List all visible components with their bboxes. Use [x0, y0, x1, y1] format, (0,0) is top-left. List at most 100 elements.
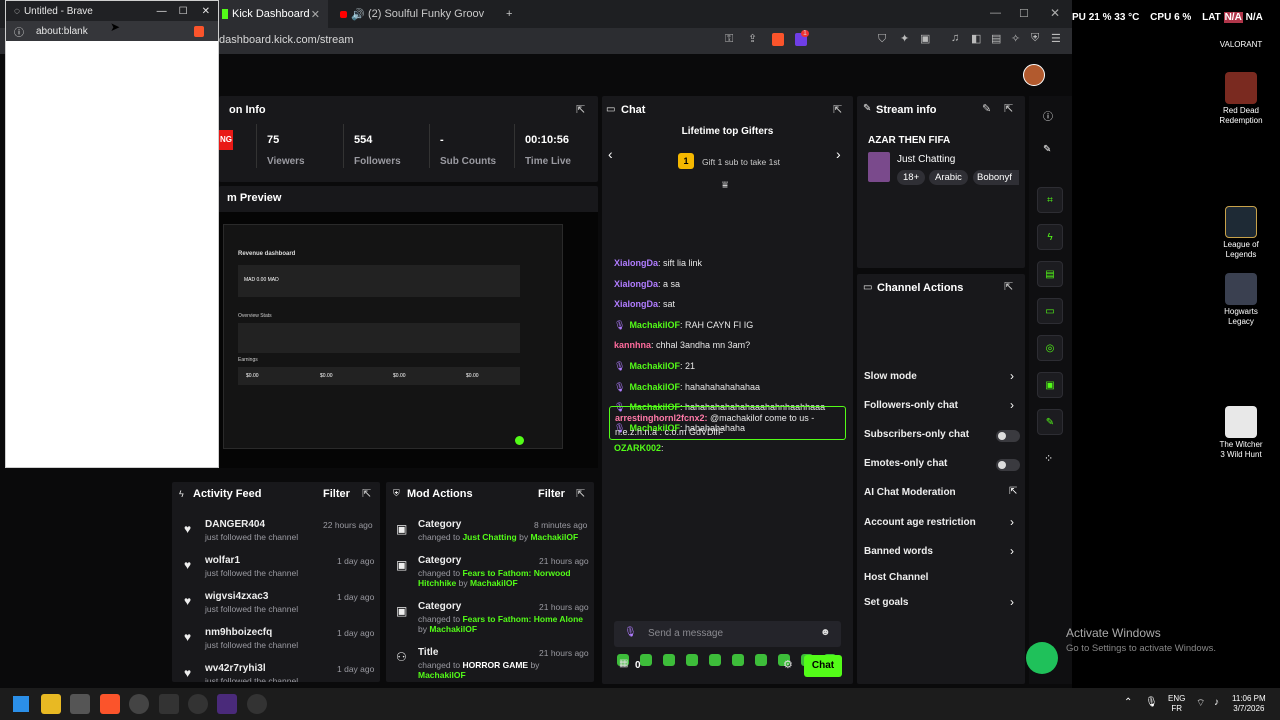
emoji-icon[interactable]: ☻: [820, 627, 831, 638]
menu-icon[interactable]: ☰: [1051, 32, 1061, 45]
video-player[interactable]: Revenue dashboard MAD 0.00 MAD Overview …: [219, 212, 598, 468]
chat-username[interactable]: XialongDa: [614, 258, 658, 268]
channel-action-ai-chat-moderation[interactable]: AI Chat Moderation: [864, 487, 956, 498]
media-icon[interactable]: ▣: [1037, 372, 1063, 398]
edit-icon[interactable]: ✎: [982, 102, 991, 115]
document-icon[interactable]: ▤: [1037, 261, 1063, 287]
info-icon[interactable]: ⓘ: [14, 24, 24, 39]
language-indicator[interactable]: ENG FR: [1168, 694, 1185, 714]
desktop-icon-witcher[interactable]: The Witcher 3 Wild Hunt: [1219, 406, 1263, 460]
store-icon[interactable]: [70, 694, 90, 714]
maximize-icon[interactable]: ☐: [1019, 7, 1029, 20]
screenshot-icon[interactable]: ▣: [920, 32, 930, 45]
new-tab-button[interactable]: +: [498, 0, 518, 28]
filter-button[interactable]: Filter: [538, 488, 565, 500]
clock[interactable]: 11:06 PM 3/7/2026: [1232, 694, 1266, 714]
channel-action-host-channel[interactable]: Host Channel: [864, 572, 928, 583]
channel-action-set-goals[interactable]: Set goals: [864, 597, 908, 608]
volume-icon[interactable]: ♪: [1214, 697, 1219, 708]
chat-username[interactable]: MachakilOF: [629, 382, 680, 392]
close-window-icon[interactable]: ✕: [202, 6, 210, 17]
maximize-icon[interactable]: ☐: [179, 6, 188, 17]
channel-action-followers-only-chat[interactable]: Followers-only chat: [864, 400, 958, 411]
emote-icon[interactable]: [709, 654, 721, 666]
emote-icon[interactable]: [640, 654, 652, 666]
emote-icon[interactable]: [732, 654, 744, 666]
chat-username[interactable]: MachakilOF: [629, 361, 680, 371]
brave-shield-icon[interactable]: [772, 33, 784, 46]
activity-username[interactable]: wv42r7ryhi3l: [205, 663, 266, 674]
broadcast-icon[interactable]: ◎: [1037, 335, 1063, 361]
apps-icon[interactable]: ⁘: [1044, 452, 1053, 465]
windows-start-icon[interactable]: [13, 696, 29, 712]
close-window-icon[interactable]: ✕: [1050, 6, 1060, 20]
minimize-icon[interactable]: —: [157, 6, 167, 17]
mod-username[interactable]: MachakilOF: [470, 578, 518, 588]
url-field[interactable]: dashboard.kick.com/stream: [219, 34, 354, 46]
channel-action-slow-mode[interactable]: Slow mode: [864, 371, 917, 382]
chat-username[interactable]: XialongDa: [614, 279, 658, 289]
channel-action-emotes-only-chat[interactable]: Emotes-only chat: [864, 458, 947, 469]
chat-input-box[interactable]: 🎙 Send a message ☻: [614, 621, 841, 647]
toggle-switch[interactable]: [996, 459, 1020, 471]
steam-icon[interactable]: [129, 694, 149, 714]
emote-icon[interactable]: [686, 654, 698, 666]
share-icon[interactable]: ⇪: [748, 32, 757, 45]
activity-username[interactable]: DANGER404: [205, 519, 265, 530]
chevron-left-icon[interactable]: ‹: [608, 146, 613, 162]
avatar[interactable]: [1023, 64, 1045, 86]
toggle-switch[interactable]: [996, 430, 1020, 442]
filter-button[interactable]: Filter: [323, 488, 350, 500]
chevron-up-icon[interactable]: ⌃: [1124, 697, 1132, 708]
brave-shield-icon[interactable]: [194, 25, 204, 37]
wallet-icon[interactable]: ▤: [991, 32, 1001, 45]
mod-username[interactable]: MachakilOF: [418, 670, 466, 680]
tab-kick-dashboard[interactable]: Kick Dashboard ✕: [214, 0, 328, 28]
extensions-icon[interactable]: ✦: [900, 32, 909, 45]
chat-username[interactable]: MachakilOF: [629, 320, 680, 330]
popout-icon[interactable]: ⇱: [1004, 102, 1013, 115]
activity-username[interactable]: wigvsi4zxac3: [205, 591, 268, 602]
chevron-right-icon[interactable]: ›: [1010, 515, 1014, 529]
chat-username[interactable]: XialongDa: [614, 299, 658, 309]
epic-icon[interactable]: [159, 694, 179, 714]
channel-action-account-age-restriction[interactable]: Account age restriction: [864, 517, 976, 528]
emote-icon[interactable]: [663, 654, 675, 666]
external-link-icon[interactable]: ⇱: [1009, 486, 1017, 497]
message-icon[interactable]: ▭: [1037, 298, 1063, 324]
store-icon[interactable]: ▦: [619, 658, 628, 669]
sidebar-icon[interactable]: ◧: [971, 32, 981, 45]
mic-icon[interactable]: 🎙: [1145, 697, 1158, 708]
key-icon[interactable]: ⚿: [725, 33, 733, 46]
music-icon[interactable]: ♫: [951, 32, 959, 44]
minimize-icon[interactable]: —: [990, 7, 1001, 19]
brave-icon[interactable]: [100, 694, 120, 714]
popout-icon[interactable]: ⇱: [576, 103, 585, 116]
desktop-icon-lol[interactable]: League of Legends: [1219, 206, 1263, 260]
chevron-right-icon[interactable]: ›: [1010, 369, 1014, 383]
chat-username[interactable]: kannhna: [614, 340, 651, 350]
pin-icon[interactable]: ⩸: [722, 180, 728, 191]
popout-icon[interactable]: ⇱: [833, 103, 842, 116]
chevron-right-icon[interactable]: ›: [1010, 595, 1014, 609]
desktop-icon-valorant[interactable]: VALORANT: [1219, 40, 1263, 50]
chevron-right-icon[interactable]: ›: [836, 146, 841, 162]
mod-username[interactable]: MachakilOF: [530, 532, 578, 542]
layout-icon[interactable]: ⌗: [1037, 187, 1063, 213]
gear-icon[interactable]: ⚙: [783, 658, 793, 671]
chevron-right-icon[interactable]: ›: [1010, 544, 1014, 558]
chat-username[interactable]: OZARK002: [614, 443, 661, 453]
app-icon[interactable]: [247, 694, 267, 714]
desktop-icon-hogwarts[interactable]: Hogwarts Legacy: [1219, 273, 1263, 327]
channel-action-subscribers-only-chat[interactable]: Subscribers-only chat: [864, 429, 969, 440]
chat-input[interactable]: Send a message: [648, 628, 723, 639]
shield-icon[interactable]: ⛨: [1031, 32, 1039, 45]
activity-username[interactable]: wolfar1: [205, 555, 240, 566]
chat-username[interactable]: arrestinghornl2fcnx2:: [615, 413, 708, 423]
highlighted-message[interactable]: arrestinghornl2fcnx2: @machakilof come t…: [609, 406, 846, 440]
send-chat-button[interactable]: Chat: [804, 655, 842, 677]
mic-icon[interactable]: 🎙: [624, 627, 637, 638]
wrench-icon[interactable]: ✎: [1037, 409, 1063, 435]
emote-icon[interactable]: [755, 654, 767, 666]
app-icon[interactable]: [188, 694, 208, 714]
